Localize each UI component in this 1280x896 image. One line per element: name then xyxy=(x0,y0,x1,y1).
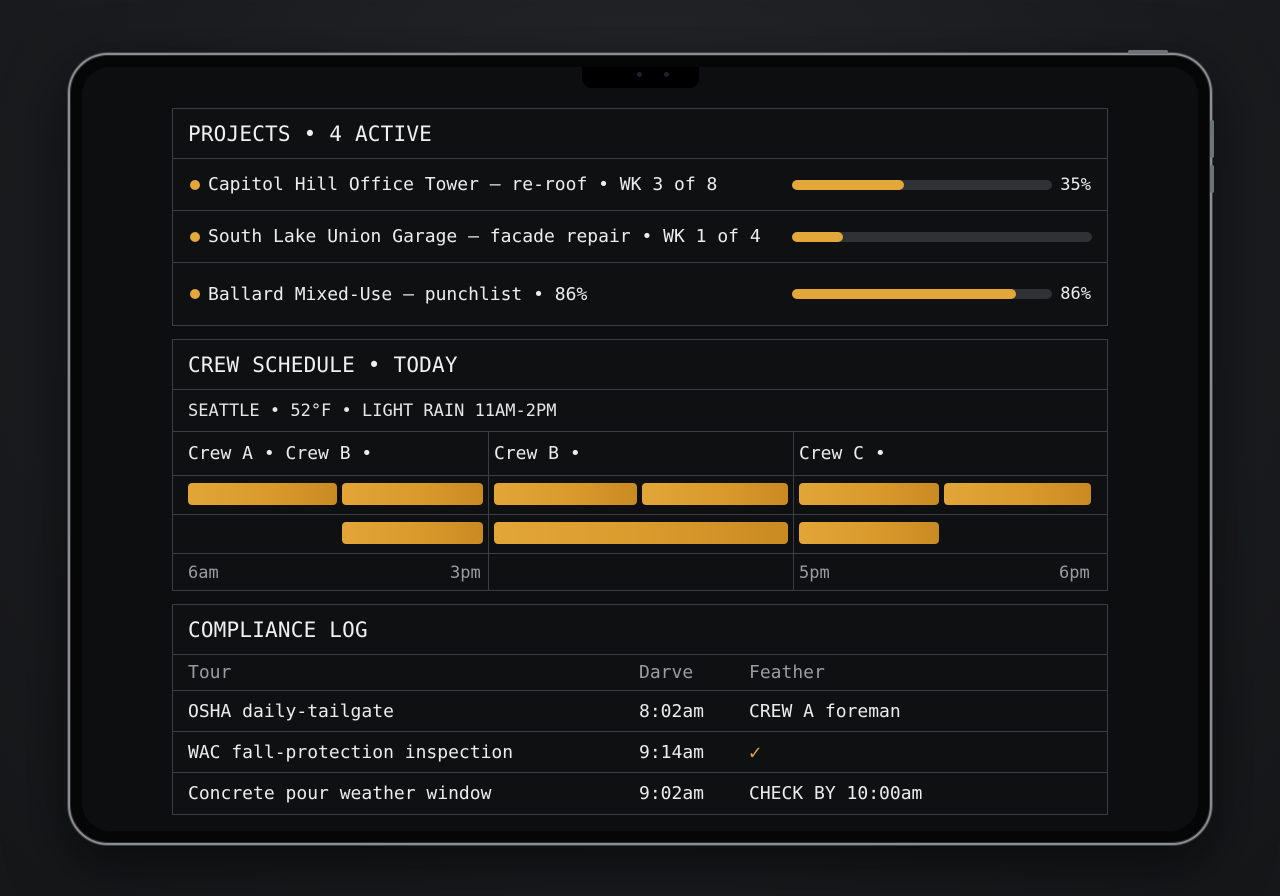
volume-up-button xyxy=(1210,120,1214,158)
table-header: Tour Darve Feather xyxy=(173,655,1107,691)
checkmark-icon: ✓ xyxy=(749,740,762,764)
time-tick: 6am xyxy=(188,562,219,583)
grid-line xyxy=(173,553,1107,554)
progress-track xyxy=(792,231,1092,242)
time-tick: 3pm xyxy=(450,562,481,583)
sensor-dot-icon xyxy=(664,72,669,77)
grid-line xyxy=(173,514,1107,515)
column-header-darve: Darve xyxy=(639,662,694,683)
camera-dot-icon xyxy=(637,72,642,77)
projects-title: PROJECTS • 4 ACTIVE xyxy=(173,109,1107,159)
project-label: Ballard Mixed-Use — punchlist • 86% xyxy=(208,283,588,305)
time-cell: 8:02am xyxy=(639,700,705,722)
table-row[interactable]: OSHA daily-tailgate 8:02am CREW A forema… xyxy=(173,691,1107,732)
compliance-log-title: COMPLIANCE LOG xyxy=(173,605,1107,655)
crew-column-header: Crew C • xyxy=(799,443,886,464)
shift-bar[interactable] xyxy=(342,483,483,505)
status-dot-icon xyxy=(190,231,200,242)
crew-column-header: Crew B • xyxy=(494,443,581,464)
column-header-feather: Feather xyxy=(749,662,825,683)
crew-schedule-panel: CREW SCHEDULE • TODAY SEATTLE • 52°F • L… xyxy=(172,339,1108,591)
column-header-tour: Tour xyxy=(188,662,232,683)
project-row[interactable]: Capitol Hill Office Tower — re-roof • WK… xyxy=(173,159,1107,211)
progress-fill xyxy=(792,289,1016,299)
grid-line xyxy=(173,475,1107,476)
progress-track xyxy=(792,289,1052,299)
progress-track xyxy=(792,179,1052,190)
tour-cell: WAC fall-protection inspection xyxy=(188,741,514,763)
shift-bar[interactable] xyxy=(944,483,1091,505)
project-label: Capitol Hill Office Tower — re-roof • WK… xyxy=(208,174,718,195)
crew-timeline: Crew A • Crew B • Crew B • Crew C • 6am … xyxy=(173,432,1107,591)
time-cell: 9:14am xyxy=(639,741,705,763)
status-dot-icon xyxy=(190,289,200,299)
crew-column-header: Crew A • Crew B • xyxy=(188,443,373,464)
shift-bar[interactable] xyxy=(799,483,939,505)
grid-divider xyxy=(488,432,489,591)
status-cell: CREW A foreman xyxy=(749,700,901,722)
weather-banner: SEATTLE • 52°F • LIGHT RAIN 11AM-2PM xyxy=(173,390,1107,432)
table-row[interactable]: WAC fall-protection inspection 9:14am ✓ xyxy=(173,732,1107,773)
compliance-log-panel: COMPLIANCE LOG Tour Darve Feather OSHA d… xyxy=(172,604,1108,815)
time-cell: 9:02am xyxy=(639,783,705,804)
shift-bar[interactable] xyxy=(342,522,483,544)
camera-notch xyxy=(582,67,699,88)
shift-bar[interactable] xyxy=(494,483,637,505)
tour-cell: Concrete pour weather window xyxy=(188,783,492,804)
project-label: South Lake Union Garage — facade repair … xyxy=(208,226,761,247)
status-dot-icon xyxy=(190,179,200,190)
power-button xyxy=(1128,50,1168,54)
project-row[interactable]: Ballard Mixed-Use — punchlist • 86% 86% xyxy=(173,263,1107,325)
crew-schedule-title: CREW SCHEDULE • TODAY xyxy=(173,340,1107,390)
shift-bar[interactable] xyxy=(494,522,788,544)
shift-bar[interactable] xyxy=(642,483,788,505)
progress-fill xyxy=(792,231,843,242)
time-tick: 6pm xyxy=(1059,562,1090,583)
progress-fill xyxy=(792,179,904,190)
shift-bar[interactable] xyxy=(799,522,939,544)
volume-down-button xyxy=(1210,165,1214,193)
table-row[interactable]: Concrete pour weather window 9:02am CHEC… xyxy=(173,773,1107,814)
projects-panel: PROJECTS • 4 ACTIVE Capitol Hill Office … xyxy=(172,108,1108,326)
project-row[interactable]: South Lake Union Garage — facade repair … xyxy=(173,211,1107,263)
time-tick: 5pm xyxy=(799,562,830,583)
progress-percent: 86% xyxy=(1060,284,1091,304)
tour-cell: OSHA daily-tailgate xyxy=(188,700,394,722)
status-cell: CHECK BY 10:00am xyxy=(749,783,923,804)
progress-percent: 35% xyxy=(1060,174,1091,195)
grid-divider xyxy=(793,432,794,591)
shift-bar[interactable] xyxy=(188,483,337,505)
